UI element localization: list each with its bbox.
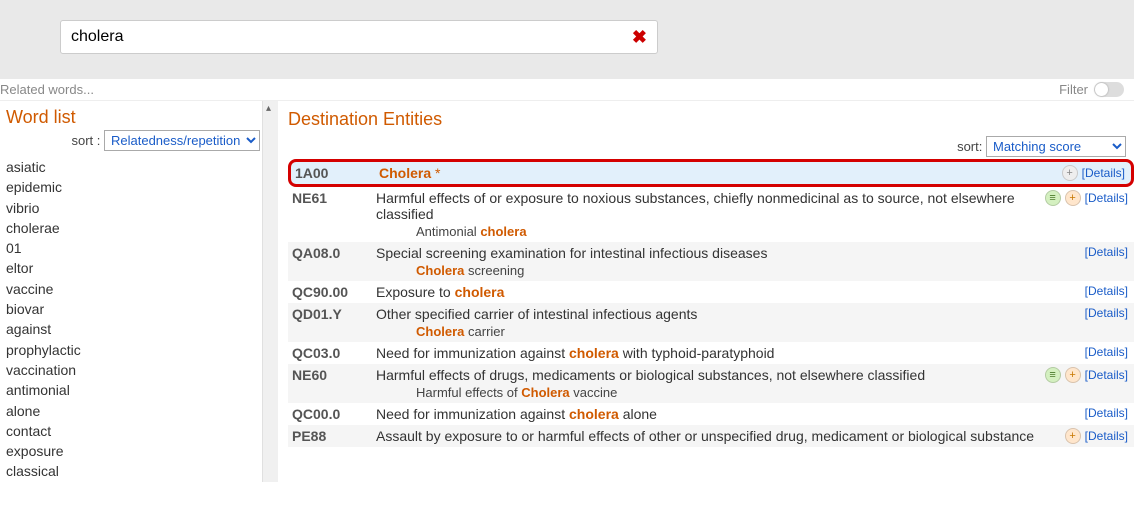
word-list-item[interactable]: asiatic (6, 157, 278, 177)
entity-actions: [Details] (1085, 345, 1128, 359)
details-link[interactable]: [Details] (1085, 284, 1128, 298)
entity-code: QD01.Y (292, 306, 376, 322)
entity-code: PE88 (292, 428, 376, 444)
filter-label: Filter (1059, 82, 1088, 97)
word-list-item[interactable]: cholerae (6, 218, 278, 238)
details-link[interactable]: [Details] (1085, 191, 1128, 205)
entity-description: Assault by exposure to or harmful effect… (376, 428, 1065, 444)
entities-table: 1A00Cholera *+[Details]NE61Harmful effec… (288, 159, 1134, 447)
expand-icon[interactable]: + (1065, 428, 1081, 444)
wordlist-sort-select[interactable]: Relatedness/repetition (104, 130, 260, 151)
details-link[interactable]: [Details] (1085, 406, 1128, 420)
entities-panel: Destination Entities sort: Matching scor… (278, 101, 1134, 482)
entity-row[interactable]: NE61Harmful effects of or exposure to no… (288, 187, 1134, 242)
entity-actions: ≡+ [Details] (1045, 367, 1128, 383)
entity-code: QC03.0 (292, 345, 376, 361)
scrollbar[interactable]: ▴ (262, 101, 278, 482)
word-list-item[interactable]: classical (6, 461, 278, 481)
entities-sort-label: sort: (957, 139, 982, 154)
word-list-item[interactable]: contact (6, 421, 278, 441)
entities-sort-select[interactable]: Matching score (986, 136, 1126, 157)
entity-subtext: Antimonial cholera (416, 224, 1045, 239)
word-list: asiaticepidemicvibriocholerae01eltorvacc… (6, 157, 278, 482)
word-list-item[interactable]: epidemic (6, 177, 278, 197)
word-list-title: Word list (6, 107, 278, 128)
entity-code: QC00.0 (292, 406, 376, 422)
entity-subtext: Cholera screening (416, 263, 1085, 278)
entity-row[interactable]: QD01.YOther specified carrier of intesti… (288, 303, 1134, 342)
entity-description: Exposure to cholera (376, 284, 1085, 300)
entity-code: QA08.0 (292, 245, 376, 261)
details-link[interactable]: [Details] (1085, 306, 1128, 320)
entity-actions: [Details] (1085, 245, 1128, 259)
word-list-item[interactable]: eltor (6, 258, 278, 278)
entity-description: Need for immunization against cholera wi… (376, 345, 1085, 361)
entity-description: Harmful effects of drugs, medicaments or… (376, 367, 1045, 400)
entities-title: Destination Entities (288, 109, 1134, 130)
expand-icon[interactable]: + (1065, 190, 1081, 206)
scroll-up-icon[interactable]: ▴ (266, 103, 271, 114)
entity-row[interactable]: PE88Assault by exposure to or harmful ef… (288, 425, 1134, 447)
details-link[interactable]: [Details] (1085, 368, 1128, 382)
filter-control[interactable]: Filter (1059, 82, 1124, 97)
word-list-item[interactable]: antimonial (6, 380, 278, 400)
entity-code: NE60 (292, 367, 376, 383)
entity-actions: ≡+ [Details] (1045, 190, 1128, 206)
related-words-label: Related words... (0, 82, 94, 97)
entity-subtext: Harmful effects of Cholera vaccine (416, 385, 1045, 400)
word-list-panel: ▴ Word list sort : Relatedness/repetitio… (0, 101, 278, 482)
word-list-item[interactable]: against (6, 319, 278, 339)
entity-row[interactable]: QC03.0Need for immunization against chol… (288, 342, 1134, 364)
word-list-item[interactable]: prophylactic (6, 340, 278, 360)
entity-code: 1A00 (295, 165, 379, 181)
details-link[interactable]: [Details] (1085, 345, 1128, 359)
entity-description: Need for immunization against cholera al… (376, 406, 1085, 422)
entity-row[interactable]: QC90.00Exposure to cholera[Details] (288, 281, 1134, 303)
entity-description: Special screening examination for intest… (376, 245, 1085, 278)
details-link[interactable]: [Details] (1082, 166, 1125, 180)
entity-row[interactable]: QA08.0Special screening examination for … (288, 242, 1134, 281)
word-list-item[interactable]: vaccination (6, 360, 278, 380)
word-list-item[interactable]: exposure (6, 441, 278, 461)
entity-actions: [Details] (1085, 284, 1128, 298)
expand-icon[interactable]: + (1062, 165, 1078, 181)
wordlist-sort-label: sort : (71, 133, 100, 148)
entity-actions: + [Details] (1065, 428, 1128, 444)
search-box[interactable]: ✖ (60, 20, 658, 54)
entity-description: Other specified carrier of intestinal in… (376, 306, 1085, 339)
entity-actions: [Details] (1085, 406, 1128, 420)
entity-row[interactable]: NE60Harmful effects of drugs, medicament… (288, 364, 1134, 403)
details-link[interactable]: [Details] (1085, 429, 1128, 443)
search-input[interactable] (71, 28, 632, 46)
entity-row[interactable]: QC00.0Need for immunization against chol… (288, 403, 1134, 425)
entity-description: Harmful effects of or exposure to noxiou… (376, 190, 1045, 239)
expand-icon[interactable]: + (1065, 367, 1081, 383)
word-list-item[interactable]: alone (6, 401, 278, 421)
postcoord-icon[interactable]: ≡ (1045, 367, 1061, 383)
entity-description: Cholera * (379, 165, 1062, 181)
word-list-item[interactable]: biovar (6, 299, 278, 319)
entity-code: QC90.00 (292, 284, 376, 300)
word-list-item[interactable]: vibrio (6, 198, 278, 218)
word-list-item[interactable]: 01 (6, 238, 278, 258)
entity-actions: [Details] (1085, 306, 1128, 320)
entity-subtext: Cholera carrier (416, 324, 1085, 339)
details-link[interactable]: [Details] (1085, 245, 1128, 259)
clear-icon[interactable]: ✖ (632, 27, 647, 48)
entity-actions: + [Details] (1062, 165, 1125, 181)
postcoord-icon[interactable]: ≡ (1045, 190, 1061, 206)
word-list-item[interactable]: vaccine (6, 279, 278, 299)
filter-toggle[interactable] (1094, 82, 1124, 97)
search-bar: ✖ (0, 0, 1134, 79)
entity-row[interactable]: 1A00Cholera *+ [Details] (288, 159, 1134, 187)
entity-code: NE61 (292, 190, 376, 206)
meta-row: Related words... Filter (0, 79, 1134, 101)
